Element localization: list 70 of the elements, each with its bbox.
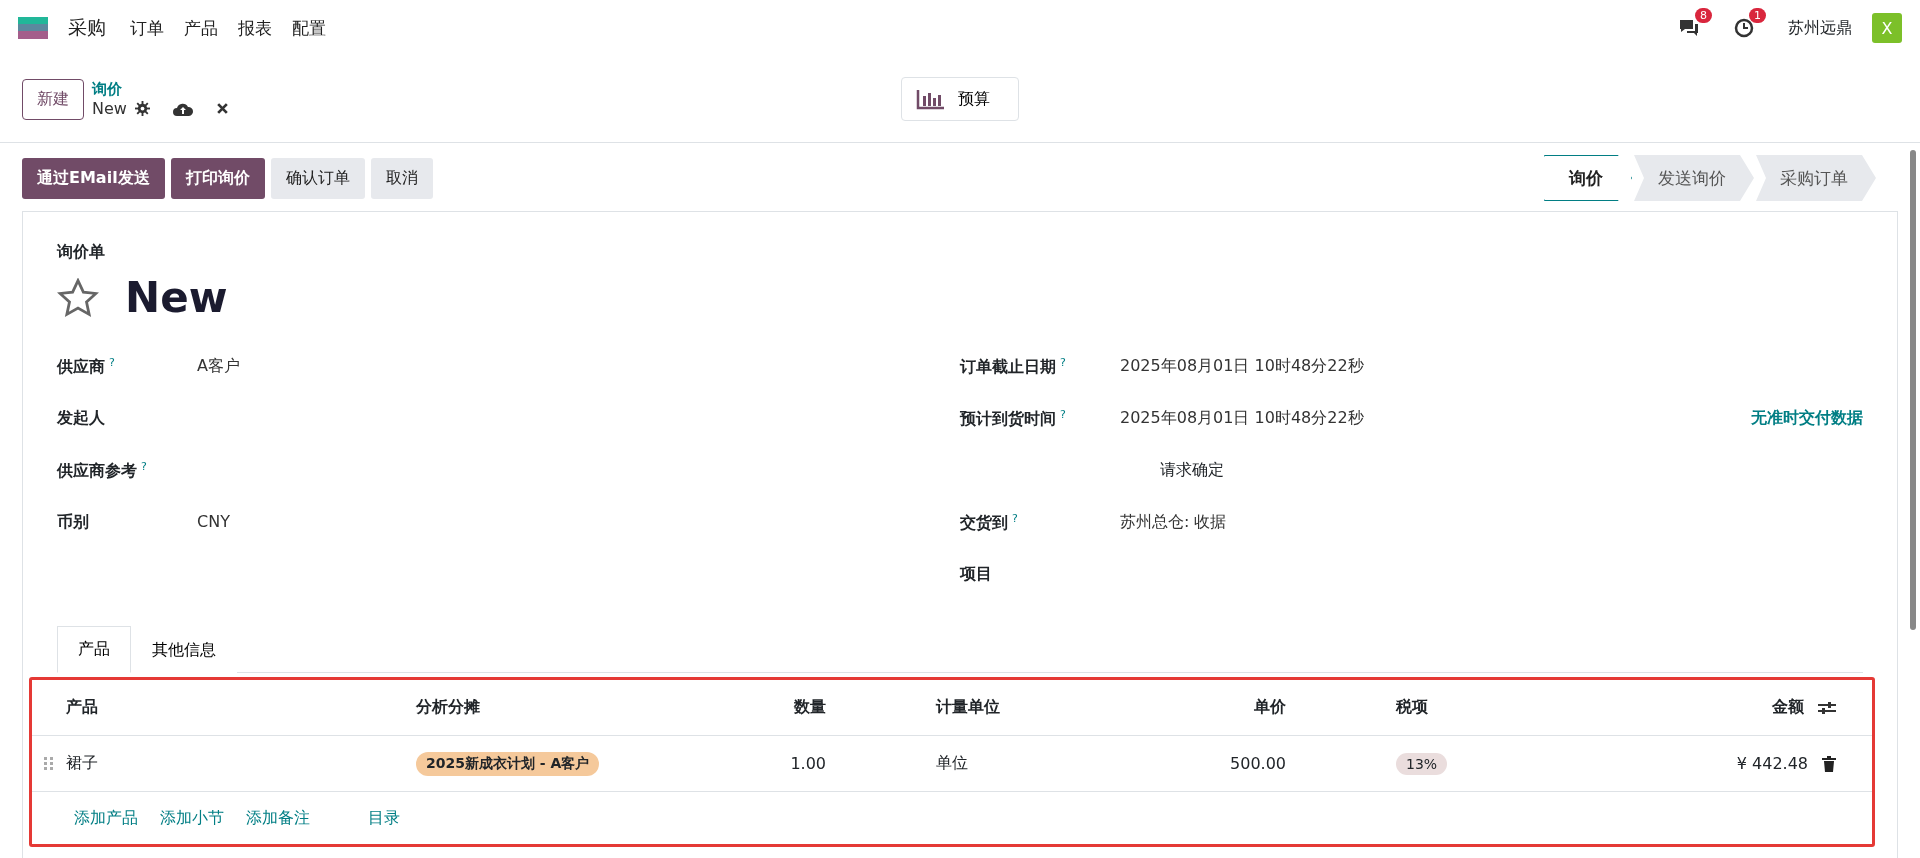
budget-button[interactable]: 预算 xyxy=(901,77,1019,121)
new-button[interactable]: 新建 xyxy=(22,78,84,120)
company-name[interactable]: 苏州远鼎 xyxy=(1788,17,1852,39)
field-label: 币别 xyxy=(57,512,89,531)
add-line-link[interactable]: 添加备注 xyxy=(246,807,310,829)
breadcrumb-link[interactable]: 询价 xyxy=(92,80,229,99)
action-button[interactable]: 取消 xyxy=(370,157,433,199)
table-cell-text: 裙子 xyxy=(66,753,99,774)
form-subtitle: 询价单 xyxy=(57,242,106,263)
action-button[interactable]: 通过EMail发送 xyxy=(22,157,165,199)
star-icon[interactable] xyxy=(57,277,99,318)
column-header: 单价 xyxy=(1254,697,1286,716)
chat-icon[interactable] xyxy=(1678,18,1700,38)
column-header: 分析分摊 xyxy=(416,697,480,716)
drag-handle-icon[interactable] xyxy=(44,756,54,771)
add-line-link[interactable]: 添加产品 xyxy=(74,807,138,829)
add-line-link[interactable]: 目录 xyxy=(368,807,400,829)
gear-icon[interactable] xyxy=(134,101,150,116)
clock-icon[interactable] xyxy=(1734,18,1754,38)
field-value: 苏州总仓: 收据 xyxy=(1120,512,1228,533)
record-title: New xyxy=(125,273,228,322)
trash-icon[interactable] xyxy=(1822,755,1836,772)
table-cell: 单位 xyxy=(936,753,968,772)
menu-item[interactable]: 产品 xyxy=(184,16,218,40)
menu-item[interactable]: 报表 xyxy=(238,16,272,40)
close-icon[interactable] xyxy=(215,102,229,115)
bar-chart-icon xyxy=(916,88,946,110)
analytic-tag: 2025新成衣计划 - A客户 xyxy=(416,751,600,776)
field-label: 订单截止日期 xyxy=(960,357,1056,377)
action-button[interactable]: 打印询价 xyxy=(170,157,265,199)
field-label: 供应商 xyxy=(57,357,105,377)
column-header: 数量 xyxy=(794,697,826,716)
app-name[interactable]: 采购 xyxy=(68,15,106,41)
field-value: CNY xyxy=(197,512,231,531)
field-label: 预计到货时间 xyxy=(960,409,1056,429)
notebook-tab[interactable]: 产品 xyxy=(57,626,131,673)
field-label: 项目 xyxy=(960,564,992,583)
status-step[interactable]: 采购订单 xyxy=(1756,155,1876,201)
table-cell: ¥ 442.48 xyxy=(1736,754,1808,773)
field-label: 发起人 xyxy=(57,408,105,427)
status-step[interactable]: 发送询价 xyxy=(1634,155,1754,201)
activity-count: 1 xyxy=(1749,8,1766,23)
menu-item[interactable]: 配置 xyxy=(292,16,326,40)
table-cell-text: 500.00 xyxy=(1229,754,1286,773)
field-label: 交货到 xyxy=(960,513,1008,533)
field-value: A客户 xyxy=(197,356,241,377)
add-line-link[interactable]: 添加小节 xyxy=(160,807,224,829)
help-mark: ? xyxy=(1060,356,1066,369)
tax-tag: 13% xyxy=(1396,753,1448,775)
help-mark: ? xyxy=(141,460,147,473)
action-button[interactable]: 确认订单 xyxy=(270,157,365,199)
request-confirm-text: 请求确定 xyxy=(1160,460,1224,479)
field-value: 2025年08月01日 10时48分22秒 xyxy=(1120,356,1365,377)
help-mark: ? xyxy=(1060,408,1066,421)
table-cell-text: 1.00 xyxy=(789,754,826,773)
column-header: 金额 xyxy=(1772,697,1804,718)
column-header: 计量单位 xyxy=(936,697,1000,716)
app-logo-icon xyxy=(18,17,48,39)
field-label: 供应商参考 xyxy=(57,461,137,481)
on-time-link[interactable]: 无准时交付数据 xyxy=(1751,408,1863,429)
help-mark: ? xyxy=(1012,512,1018,525)
field-value: 2025年08月01日 10时48分22秒 xyxy=(1120,408,1365,429)
record-name: New xyxy=(92,99,127,118)
help-mark: ? xyxy=(109,356,115,369)
message-count: 8 xyxy=(1695,8,1712,23)
menu-item[interactable]: 订单 xyxy=(130,16,164,40)
sliders-icon[interactable] xyxy=(1818,700,1836,715)
status-step[interactable]: 询价 xyxy=(1544,155,1632,201)
column-header: 产品 xyxy=(66,697,98,716)
column-header: 税项 xyxy=(1396,697,1428,716)
